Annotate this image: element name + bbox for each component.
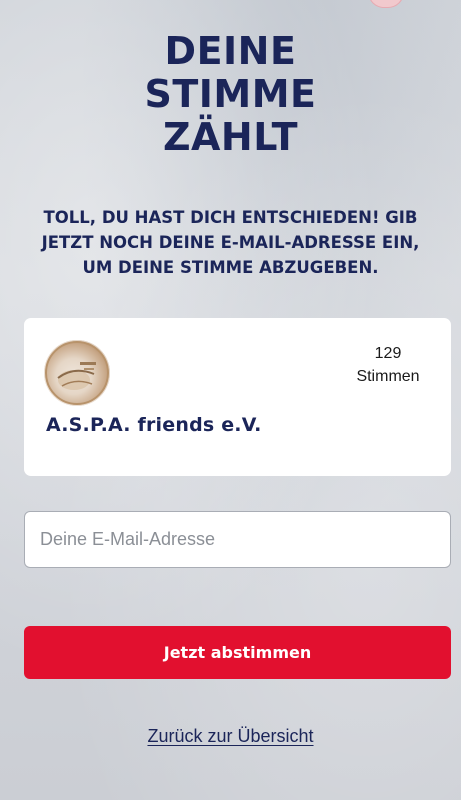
vote-button[interactable]: Jetzt abstimmen: [24, 626, 451, 679]
page-title-line-3: ZÄHLT: [162, 115, 299, 159]
page-title-line-1: DEINE: [164, 29, 297, 73]
candidate-name: A.S.P.A. friends e.V.: [46, 414, 262, 436]
instruction-line-3: UM DEINE STIMME ABZUGEBEN.: [82, 258, 379, 277]
vote-count-number: 129: [374, 345, 402, 362]
vote-count-label: Stimmen: [356, 368, 420, 385]
aspa-friends-logo-icon: [44, 340, 110, 406]
page-title-line-2: STIMME: [144, 72, 317, 116]
instruction-text: TOLL, DU HAST DICH ENTSCHIEDEN! GIB JETZ…: [20, 205, 441, 280]
page-title: DEINE STIMME ZÄHLT: [0, 30, 461, 159]
instruction-line-2: JETZT NOCH DEINE E-MAIL-ADRESSE EIN,: [41, 233, 420, 252]
logo-artwork: [45, 341, 109, 405]
back-to-overview-link[interactable]: Zurück zur Übersicht: [0, 726, 461, 747]
instruction-line-1: TOLL, DU HAST DICH ENTSCHIEDEN! GIB: [43, 208, 418, 227]
email-field[interactable]: [24, 511, 451, 568]
vote-count: 129 Stimmen: [343, 342, 433, 388]
header-badge-icon: [368, 0, 404, 8]
candidate-card: 129 Stimmen A.S.P.A. friends e.V.: [24, 318, 451, 476]
